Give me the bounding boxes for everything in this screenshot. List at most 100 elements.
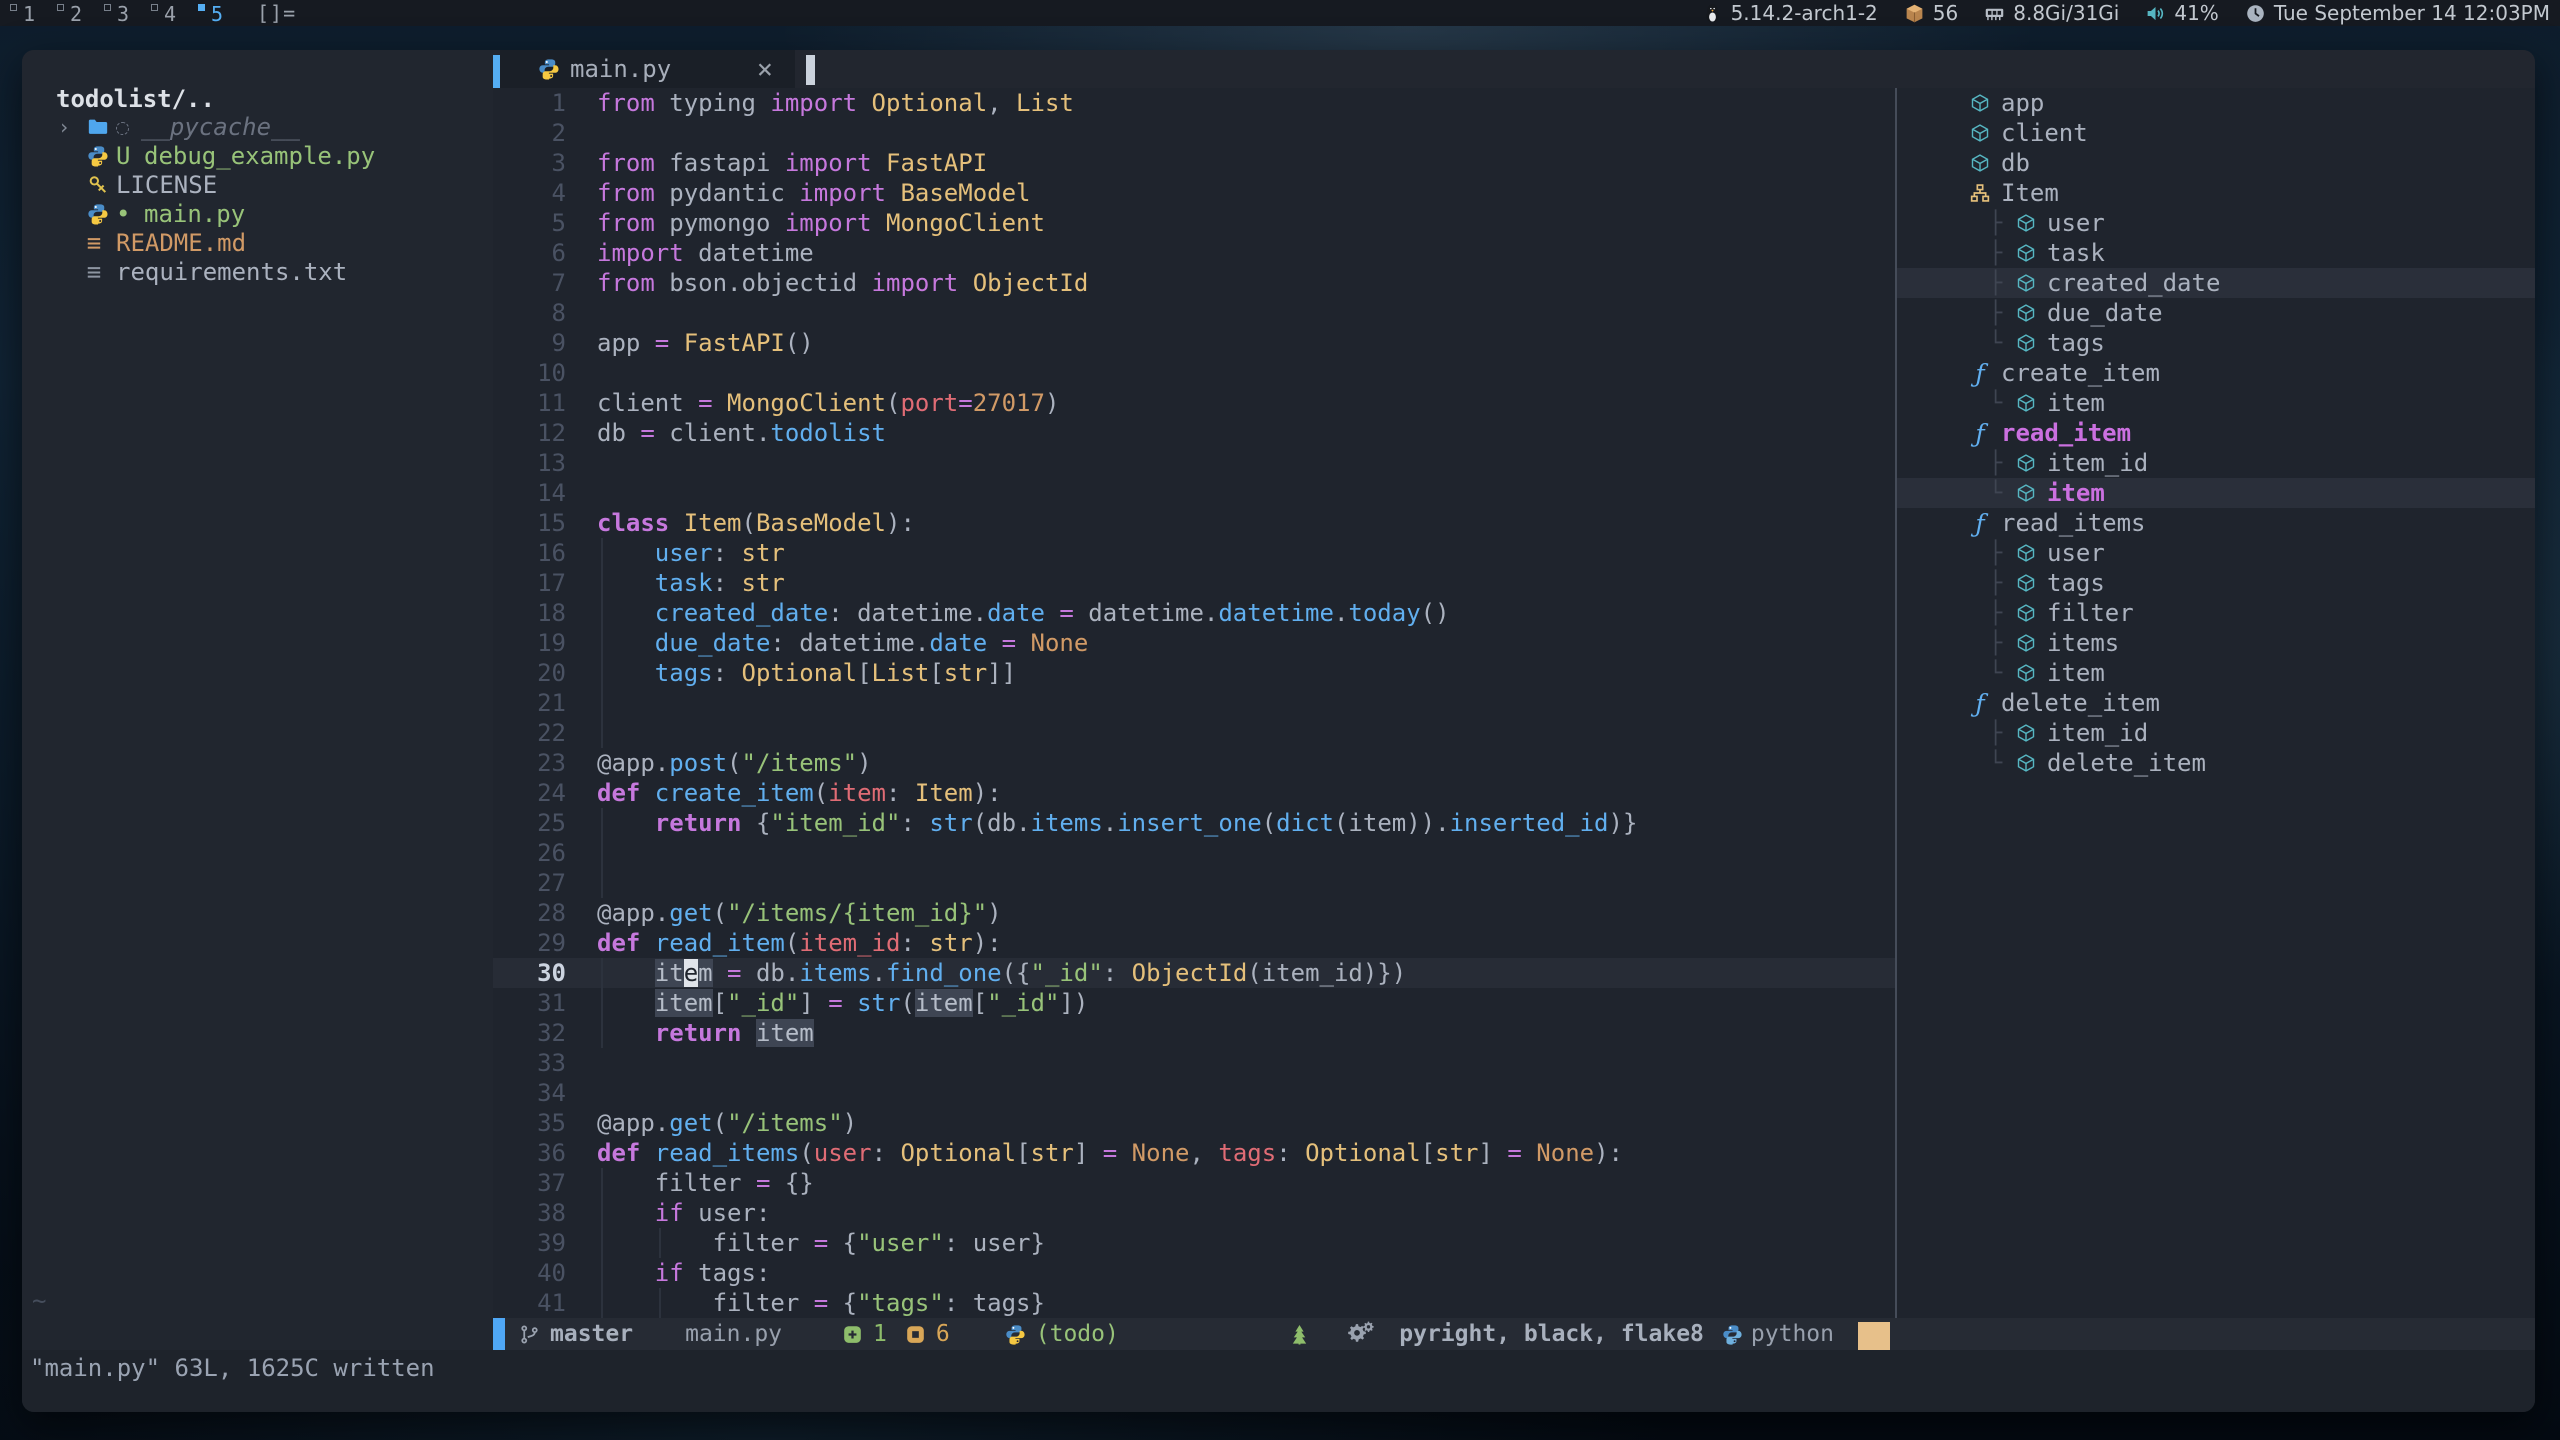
code-line-40[interactable]: 40 if tags: — [493, 1258, 1895, 1288]
line-number: 22 — [493, 718, 566, 748]
file-item-readme-md[interactable]: ≡README.md — [22, 228, 493, 257]
workspace-button-3[interactable]: 3 — [104, 1, 151, 26]
code-line-18[interactable]: 18 created_date: datetime.date = datetim… — [493, 598, 1895, 628]
command-line[interactable]: "main.py" 63L, 1625C written — [22, 1350, 2535, 1412]
outline-symbol-item[interactable]: └item — [1897, 478, 2535, 508]
outline-symbol-Item[interactable]: Item — [1897, 178, 2535, 208]
outline-symbol-due_date[interactable]: ├due_date — [1897, 298, 2535, 328]
outline-symbol-app[interactable]: app — [1897, 88, 2535, 118]
code-line-38[interactable]: 38 if user: — [493, 1198, 1895, 1228]
line-number: 14 — [493, 478, 566, 508]
code-line-20[interactable]: 20 tags: Optional[List[str]] — [493, 658, 1895, 688]
markdown-icon: ≡ — [86, 231, 110, 255]
code-line-21[interactable]: 21 — [493, 688, 1895, 718]
outline-symbol-created_date[interactable]: ├created_date — [1897, 268, 2535, 298]
file-item-main-py[interactable]: •main.py — [22, 199, 493, 228]
code-line-10[interactable]: 10 — [493, 358, 1895, 388]
outline-symbol-create_item[interactable]: ƒcreate_item — [1897, 358, 2535, 388]
code-line-6[interactable]: 6import datetime — [493, 238, 1895, 268]
code-line-28[interactable]: 28@app.get("/items/{item_id}") — [493, 898, 1895, 928]
code-line-15[interactable]: 15class Item(BaseModel): — [493, 508, 1895, 538]
workspace-button-1[interactable]: 1 — [10, 1, 57, 26]
tree-connector: ├ — [1989, 211, 2015, 236]
code-line-2[interactable]: 2 — [493, 118, 1895, 148]
code-text: item["_id"] = str(item["_id"]) — [597, 988, 1088, 1018]
code-line-39[interactable]: 39 filter = {"user": user} — [493, 1228, 1895, 1258]
symbol-label: due_date — [2047, 299, 2163, 327]
tree-connector: ├ — [1989, 271, 2015, 296]
outline-symbol-item_id[interactable]: ├item_id — [1897, 448, 2535, 478]
code-line-29[interactable]: 29def read_item(item_id: str): — [493, 928, 1895, 958]
tab-main-py[interactable]: main.py × — [500, 50, 795, 88]
line-number: 24 — [493, 778, 566, 808]
code-editor[interactable]: 1from typing import Optional, List23from… — [493, 88, 1895, 1318]
outline-symbol-tags[interactable]: └tags — [1897, 328, 2535, 358]
scroll-position-indicator[interactable] — [1858, 1322, 1890, 1350]
code-line-1[interactable]: 1from typing import Optional, List — [493, 88, 1895, 118]
code-line-3[interactable]: 3from fastapi import FastAPI — [493, 148, 1895, 178]
code-line-11[interactable]: 11client = MongoClient(port=27017) — [493, 388, 1895, 418]
outline-symbol-read_items[interactable]: ƒread_items — [1897, 508, 2535, 538]
code-line-12[interactable]: 12db = client.todolist — [493, 418, 1895, 448]
code-line-35[interactable]: 35@app.get("/items") — [493, 1108, 1895, 1138]
code-line-37[interactable]: 37 filter = {} — [493, 1168, 1895, 1198]
outline-symbol-tags[interactable]: ├tags — [1897, 568, 2535, 598]
outline-symbol-item[interactable]: └item — [1897, 658, 2535, 688]
symbol-label: item — [2047, 479, 2105, 507]
outline-symbol-user[interactable]: ├user — [1897, 208, 2535, 238]
outline-symbol-delete_item[interactable]: └delete_item — [1897, 748, 2535, 778]
outline-symbol-item_id[interactable]: ├item_id — [1897, 718, 2535, 748]
file-item-requirements-txt[interactable]: ≡requirements.txt — [22, 257, 493, 286]
outline-symbol-client[interactable]: client — [1897, 118, 2535, 148]
workspace-button-4[interactable]: 4 — [151, 1, 198, 26]
code-line-7[interactable]: 7from bson.objectid import ObjectId — [493, 268, 1895, 298]
symbol-label: tags — [2047, 329, 2105, 357]
code-line-22[interactable]: 22 — [493, 718, 1895, 748]
code-line-32[interactable]: 32 return item — [493, 1018, 1895, 1048]
file-item-license[interactable]: LICENSE — [22, 170, 493, 199]
workspace-button-2[interactable]: 2 — [57, 1, 104, 26]
code-line-8[interactable]: 8 — [493, 298, 1895, 328]
code-line-25[interactable]: 25 return {"item_id": str(db.items.inser… — [493, 808, 1895, 838]
file-item-debug-example-py[interactable]: Udebug_example.py — [22, 141, 493, 170]
code-line-30[interactable]: 30 item = db.items.find_one({"_id": Obje… — [493, 958, 1895, 988]
file-item--pycache-[interactable]: ›__pycache__ — [22, 112, 493, 141]
code-line-26[interactable]: 26 — [493, 838, 1895, 868]
code-line-34[interactable]: 34 — [493, 1078, 1895, 1108]
layout-indicator: []= — [257, 1, 296, 25]
code-line-4[interactable]: 4from pydantic import BaseModel — [493, 178, 1895, 208]
outline-symbol-items[interactable]: ├items — [1897, 628, 2535, 658]
outline-symbol-filter[interactable]: ├filter — [1897, 598, 2535, 628]
outline-symbol-user[interactable]: ├user — [1897, 538, 2535, 568]
code-line-24[interactable]: 24def create_item(item: Item): — [493, 778, 1895, 808]
code-text: due_date: datetime.date = None — [597, 628, 1088, 658]
code-line-14[interactable]: 14 — [493, 478, 1895, 508]
outline-symbol-read_item[interactable]: ƒ read_item — [1897, 418, 2535, 448]
symbol-label: read_item — [2001, 419, 2131, 447]
code-line-13[interactable]: 13 — [493, 448, 1895, 478]
active-tab-indicator — [493, 55, 500, 88]
code-line-23[interactable]: 23@app.post("/items") — [493, 748, 1895, 778]
code-line-33[interactable]: 33 — [493, 1048, 1895, 1078]
chevron-right-icon[interactable]: › — [58, 115, 70, 139]
code-line-17[interactable]: 17 task: str — [493, 568, 1895, 598]
outline-symbol-item[interactable]: └item — [1897, 388, 2535, 418]
code-line-41[interactable]: 41 filter = {"tags": tags} — [493, 1288, 1895, 1318]
code-line-31[interactable]: 31 item["_id"] = str(item["_id"]) — [493, 988, 1895, 1018]
close-icon[interactable]: × — [757, 54, 773, 85]
func-icon: ƒ — [1969, 422, 1991, 444]
outline-symbol-task[interactable]: ├task — [1897, 238, 2535, 268]
code-line-5[interactable]: 5from pymongo import MongoClient — [493, 208, 1895, 238]
outline-symbol-delete_item[interactable]: ƒdelete_item — [1897, 688, 2535, 718]
variable-icon — [2015, 542, 2037, 564]
code-text: filter = {"user": user} — [597, 1228, 1045, 1258]
code-line-19[interactable]: 19 due_date: datetime.date = None — [493, 628, 1895, 658]
code-line-9[interactable]: 9app = FastAPI() — [493, 328, 1895, 358]
outline-symbol-db[interactable]: db — [1897, 148, 2535, 178]
code-line-27[interactable]: 27 — [493, 868, 1895, 898]
symbol-label: task — [2047, 239, 2105, 267]
line-number: 12 — [493, 418, 566, 448]
workspace-button-5[interactable]: 5 — [198, 1, 245, 26]
code-line-36[interactable]: 36def read_items(user: Optional[str] = N… — [493, 1138, 1895, 1168]
code-line-16[interactable]: 16 user: str — [493, 538, 1895, 568]
